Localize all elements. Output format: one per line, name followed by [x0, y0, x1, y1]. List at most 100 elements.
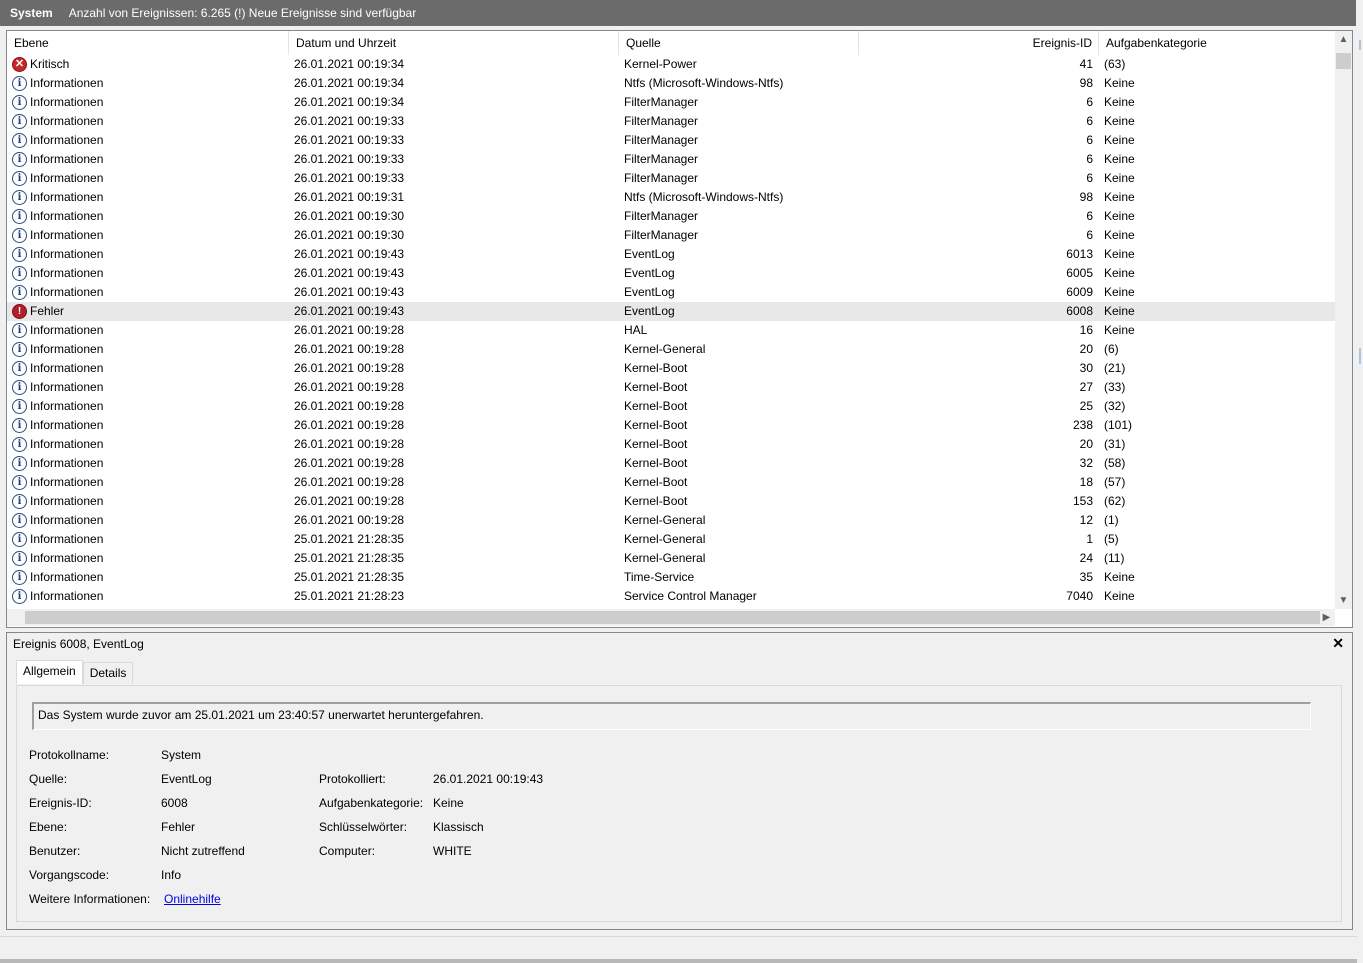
- cell-level: i Informationen: [7, 397, 289, 416]
- table-row[interactable]: i Informationen 26.01.2021 00:19:30 FilterM…: [7, 226, 1335, 245]
- table-row[interactable]: i Informationen 26.01.2021 00:19:43 EventLo…: [7, 283, 1335, 302]
- edge-marker: [1359, 348, 1361, 364]
- level-text: Informationen: [30, 95, 104, 109]
- cell-event-id: 6: [1086, 95, 1093, 109]
- table-row[interactable]: i Informationen 26.01.2021 00:19:34 Ntfs (M…: [7, 74, 1335, 93]
- cell-task-category: (32): [1104, 399, 1126, 413]
- table-row[interactable]: i Informationen 25.01.2021 21:28:35 Kernel-…: [7, 530, 1335, 549]
- table-row[interactable]: i Informationen 25.01.2021 21:28:35 Kernel-…: [7, 549, 1335, 568]
- table-row[interactable]: i Informationen 26.01.2021 00:19:33 FilterM…: [7, 112, 1335, 131]
- table-row[interactable]: i Informationen 26.01.2021 00:19:28 Kernel-…: [7, 435, 1335, 454]
- cell-level: i Informationen: [7, 112, 289, 131]
- cell-event-id: 41: [1079, 57, 1093, 71]
- level-text: Informationen: [30, 532, 104, 546]
- vertical-scrollbar[interactable]: ▲ ▼: [1335, 31, 1352, 609]
- cell-source: Kernel-General: [624, 532, 706, 546]
- table-row[interactable]: i Informationen 26.01.2021 00:19:43 EventLo…: [7, 245, 1335, 264]
- label-event-id: Ereignis-ID:: [29, 796, 92, 810]
- table-row[interactable]: i Informationen 26.01.2021 00:19:33 FilterM…: [7, 131, 1335, 150]
- column-header-level[interactable]: Ebene: [7, 31, 289, 55]
- table-row[interactable]: i Informationen 26.01.2021 00:19:28 Kernel-…: [7, 359, 1335, 378]
- table-row[interactable]: i Informationen 26.01.2021 00:19:28 Kernel-…: [7, 378, 1335, 397]
- cell-source: Ntfs (Microsoft-Windows-Ntfs): [624, 190, 784, 204]
- cell-datetime: 25.01.2021 21:28:35: [294, 570, 405, 584]
- cell-task-category: Keine: [1104, 76, 1135, 90]
- table-row[interactable]: i Informationen 26.01.2021 00:19:28 Kernel-…: [7, 340, 1335, 359]
- table-row[interactable]: i Informationen 26.01.2021 00:19:28 Kernel-…: [7, 473, 1335, 492]
- cell-datetime: 26.01.2021 00:19:28: [294, 342, 405, 356]
- cell-level: i Informationen: [7, 416, 289, 435]
- cell-datetime: 26.01.2021 00:19:28: [294, 475, 405, 489]
- cell-level: i Informationen: [7, 150, 289, 169]
- cell-event-id: 12: [1079, 513, 1093, 527]
- cell-source: Kernel-Boot: [624, 418, 688, 432]
- cell-level: i Informationen: [7, 473, 289, 492]
- table-row[interactable]: i Informationen 26.01.2021 00:19:28 HAL 16 Ke…: [7, 321, 1335, 340]
- column-header-task-category[interactable]: Aufgabenkategorie: [1099, 31, 1335, 55]
- cell-event-id: 32: [1079, 456, 1093, 470]
- table-row[interactable]: i Informationen 26.01.2021 00:19:28 Kernel-…: [7, 416, 1335, 435]
- table-row[interactable]: i Informationen 26.01.2021 00:19:28 Kernel-…: [7, 454, 1335, 473]
- horizontal-scrollbar[interactable]: ▶: [7, 609, 1335, 626]
- table-row[interactable]: i Informationen 26.01.2021 00:19:43 EventLo…: [7, 264, 1335, 283]
- level-text: Informationen: [30, 152, 104, 166]
- scroll-down-arrow-icon[interactable]: ▼: [1335, 592, 1352, 609]
- table-row[interactable]: ! Fehler 26.01.2021 00:19:43 EventLog 6008 Ke…: [7, 302, 1335, 321]
- error-icon: !: [12, 304, 27, 319]
- info-icon: i: [12, 494, 27, 509]
- info-icon: i: [12, 76, 27, 91]
- cell-source: Kernel-Boot: [624, 380, 688, 394]
- table-row[interactable]: i Informationen 26.01.2021 00:19:31 Ntfs (M…: [7, 188, 1335, 207]
- close-icon[interactable]: ✕: [1332, 635, 1344, 652]
- cell-task-category: Keine: [1104, 190, 1135, 204]
- level-text: Kritisch: [30, 57, 70, 71]
- cell-task-category: Keine: [1104, 228, 1135, 242]
- cell-event-id: 6009: [1066, 285, 1093, 299]
- cell-datetime: 26.01.2021 00:19:43: [294, 304, 405, 318]
- cell-level: i Informationen: [7, 207, 289, 226]
- label-source: Quelle:: [29, 772, 68, 786]
- general-tab-content: Das System wurde zuvor am 25.01.2021 um …: [16, 685, 1342, 922]
- scroll-up-arrow-icon[interactable]: ▲: [1335, 31, 1352, 48]
- column-header-datetime[interactable]: Datum und Uhrzeit: [289, 31, 619, 55]
- cell-task-category: (58): [1104, 456, 1126, 470]
- cell-event-id: 6005: [1066, 266, 1093, 280]
- info-icon: i: [12, 228, 27, 243]
- cell-level: i Informationen: [7, 283, 289, 302]
- table-row[interactable]: i Informationen 26.01.2021 00:19:33 FilterM…: [7, 150, 1335, 169]
- table-row[interactable]: i Informationen 26.01.2021 00:19:28 Kernel-…: [7, 492, 1335, 511]
- vertical-scroll-thumb[interactable]: [1336, 53, 1351, 69]
- tab-details[interactable]: Details: [82, 662, 134, 684]
- tab-general[interactable]: Allgemein: [16, 660, 83, 684]
- cell-level: i Informationen: [7, 435, 289, 454]
- column-header-source[interactable]: Quelle: [619, 31, 859, 55]
- info-icon: i: [12, 570, 27, 585]
- label-user: Benutzer:: [29, 844, 81, 858]
- cell-datetime: 25.01.2021 21:28:35: [294, 532, 405, 546]
- table-row[interactable]: i Informationen 26.01.2021 00:19:33 FilterM…: [7, 169, 1335, 188]
- online-help-link[interactable]: Onlinehilfe: [164, 892, 221, 906]
- event-list[interactable]: Ebene Datum und Uhrzeit Quelle Ereignis-…: [6, 30, 1353, 628]
- table-row[interactable]: i Informationen 26.01.2021 00:19:28 Kernel-…: [7, 397, 1335, 416]
- scroll-right-arrow-icon[interactable]: ▶: [1318, 609, 1335, 626]
- table-row[interactable]: i Informationen 26.01.2021 00:19:30 FilterM…: [7, 207, 1335, 226]
- info-icon: i: [12, 513, 27, 528]
- level-text: Informationen: [30, 380, 104, 394]
- table-row[interactable]: i Informationen 26.01.2021 00:19:28 Kernel-…: [7, 511, 1335, 530]
- table-row[interactable]: i Informationen 25.01.2021 21:28:23 Service…: [7, 587, 1335, 606]
- table-row[interactable]: ✕ Kritisch 26.01.2021 00:19:34 Kernel-Power…: [7, 55, 1335, 74]
- cell-datetime: 26.01.2021 00:19:33: [294, 171, 405, 185]
- cell-level: ✕ Kritisch: [7, 55, 289, 74]
- horizontal-scroll-thumb[interactable]: [25, 611, 1320, 624]
- cell-task-category: (21): [1104, 361, 1126, 375]
- cell-datetime: 26.01.2021 00:19:43: [294, 266, 405, 280]
- info-icon: i: [12, 437, 27, 452]
- event-message[interactable]: Das System wurde zuvor am 25.01.2021 um …: [32, 702, 1311, 730]
- cell-source: FilterManager: [624, 114, 699, 128]
- table-row[interactable]: i Informationen 25.01.2021 21:28:35 Time-Se…: [7, 568, 1335, 587]
- level-text: Informationen: [30, 361, 104, 375]
- cell-source: Service Control Manager: [624, 589, 757, 603]
- table-row[interactable]: i Informationen 26.01.2021 00:19:34 FilterM…: [7, 93, 1335, 112]
- cell-level: i Informationen: [7, 530, 289, 549]
- column-header-event-id[interactable]: Ereignis-ID: [859, 31, 1099, 55]
